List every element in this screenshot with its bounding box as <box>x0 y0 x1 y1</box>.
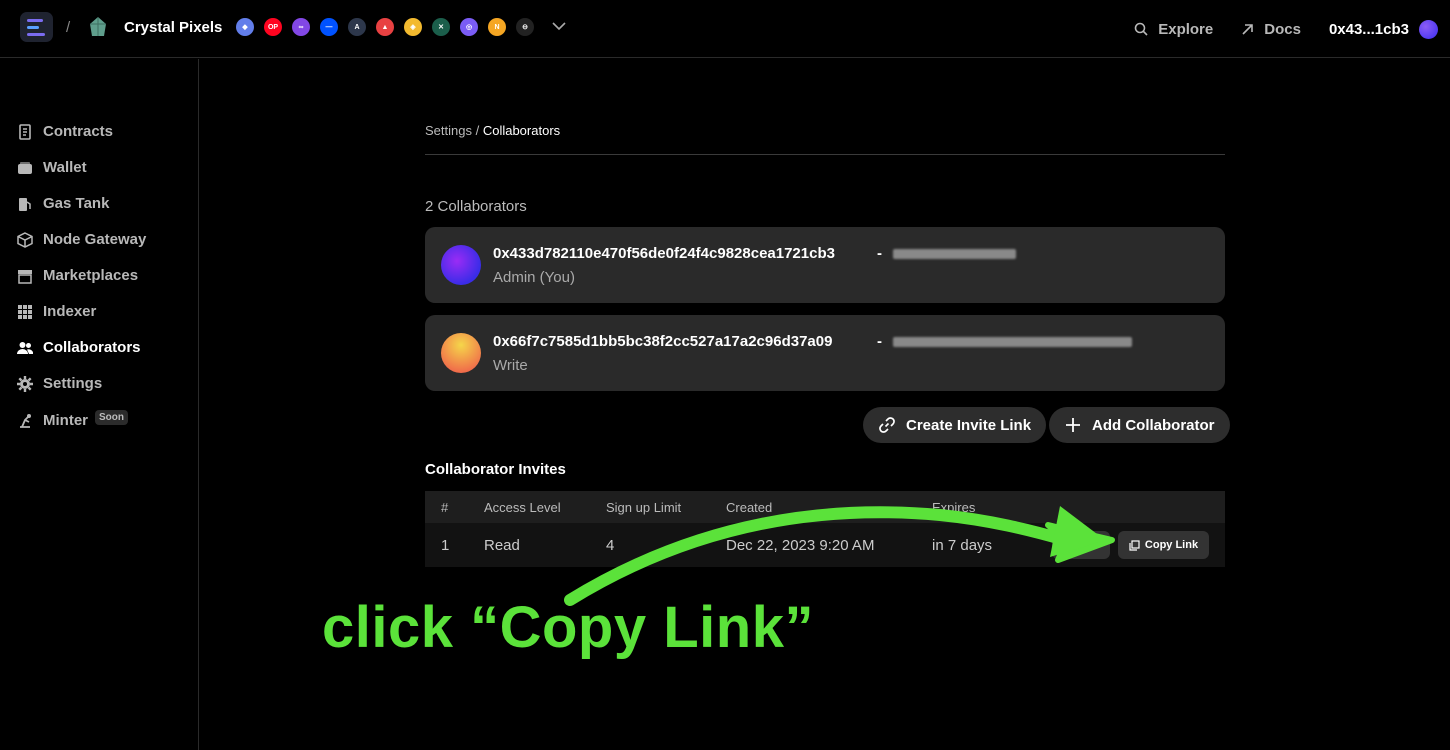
breadcrumb-current: Collaborators <box>482 123 561 138</box>
search-icon <box>1134 22 1148 36</box>
redacted-email <box>893 337 1132 347</box>
arbitrum-icon[interactable]: A <box>348 18 366 36</box>
annotation-text: click “Copy Link” <box>322 595 814 660</box>
column-header: Sign up Limit <box>606 500 682 515</box>
divider <box>425 154 1225 155</box>
create-invite-link-label: Create Invite Link <box>906 416 1032 434</box>
breadcrumb-settings[interactable]: Settings <box>425 123 472 138</box>
wallet-avatar <box>1419 19 1438 39</box>
invites-title: Collaborator Invites <box>425 461 566 478</box>
avatar <box>441 333 481 373</box>
wallet-address: 0x43...1cb3 <box>1328 20 1409 38</box>
column-header: Expires <box>932 500 976 515</box>
avalanche-icon[interactable]: ▲ <box>376 18 394 36</box>
breadcrumb-separator: / <box>471 123 483 138</box>
users-icon <box>17 341 33 354</box>
arrow-up-right-icon <box>1242 23 1254 35</box>
nova-icon[interactable]: N <box>488 18 506 36</box>
chain-list: ◆ OP ∞ — A ▲ ◈ ✕ ◎ N ⊖ <box>236 18 534 36</box>
sidebar-item-minter[interactable]: Minter Soon <box>17 410 128 429</box>
collaborator-role: Admin (You) <box>493 269 575 286</box>
sidebar-item-label: Gas Tank <box>43 195 110 212</box>
avatar <box>441 245 481 285</box>
sidebar-item-wallet[interactable]: Wallet <box>17 159 87 176</box>
sidebar-item-label: Node Gateway <box>43 231 147 248</box>
zora-icon[interactable]: ◎ <box>460 18 478 36</box>
sidebar-item-settings[interactable]: Settings <box>17 375 102 392</box>
project-name[interactable]: Crystal Pixels <box>124 19 222 36</box>
ethereum-icon[interactable]: ◆ <box>236 18 254 36</box>
cell-signup-limit: 4 <box>606 537 615 554</box>
collaborator-card: 0x66f7c7585d1bb5bc38f2cc527a17a2c96d37a0… <box>425 315 1225 391</box>
table-row: 1 Read 4 Dec 22, 2023 9:20 AM in 7 days … <box>425 523 1225 567</box>
sidebar-item-gas-tank[interactable]: Gas Tank <box>17 195 109 212</box>
wallet-icon <box>18 161 32 174</box>
cell-access-level: Read <box>484 537 520 554</box>
copy-icon <box>1129 539 1140 551</box>
polygon-icon[interactable]: ∞ <box>292 18 310 36</box>
create-invite-link-button[interactable]: Create Invite Link <box>863 407 1047 443</box>
add-collaborator-label: Add Collaborator <box>1092 416 1215 434</box>
chevron-down-icon[interactable] <box>551 18 567 34</box>
store-icon <box>18 269 32 284</box>
contract-icon <box>19 123 31 140</box>
sidebar: Contracts Wallet Gas Tank Node Gateway Marke… <box>0 59 199 750</box>
sidebar-item-label: Contracts <box>43 123 114 140</box>
sidebar-item-marketplaces[interactable]: Marketplaces <box>17 267 138 284</box>
explore-link[interactable]: Explore <box>1134 21 1213 38</box>
explore-label: Explore <box>1158 20 1214 38</box>
sidebar-item-label: Minter <box>43 412 88 429</box>
cell-created: Dec 22, 2023 9:20 AM <box>726 537 875 554</box>
apechain-icon[interactable]: ⊖ <box>516 18 534 36</box>
app-logo-icon[interactable] <box>20 12 53 42</box>
column-header: Access Level <box>484 500 561 515</box>
delete-button[interactable]: Delete <box>1052 531 1110 559</box>
collaborator-card: 0x433d782110e470f56de0f24f4c9828cea1721c… <box>425 227 1225 303</box>
top-bar: / Crystal Pixels ◆ OP ∞ — A ▲ ◈ ✕ ◎ N ⊖ Explore Do… <box>0 0 1450 58</box>
copy-link-button[interactable]: Copy Link <box>1118 531 1209 559</box>
breadcrumb: Settings / Collaborators <box>425 123 560 138</box>
separator: - <box>877 245 882 262</box>
collaborator-role: Write <box>493 357 528 374</box>
cube-icon <box>17 231 33 248</box>
base-icon[interactable]: — <box>320 18 338 36</box>
redacted-email <box>893 249 1016 259</box>
add-collaborator-button[interactable]: Add Collaborator <box>1049 407 1230 443</box>
sidebar-item-contracts[interactable]: Contracts <box>17 123 113 140</box>
wallet-button[interactable]: 0x43...1cb3 <box>1328 19 1438 39</box>
sidebar-item-label: Indexer <box>43 303 97 320</box>
optimism-icon[interactable]: OP <box>264 18 282 36</box>
collaborator-count: 2 Collaborators <box>425 198 527 215</box>
sidebar-item-node-gateway[interactable]: Node Gateway <box>17 231 146 248</box>
grid-icon <box>18 304 32 319</box>
copy-link-label: Copy Link <box>1144 539 1199 551</box>
gear-icon <box>17 375 33 392</box>
sidebar-item-collaborators[interactable]: Collaborators <box>17 339 141 356</box>
sidebar-item-label: Settings <box>43 375 103 392</box>
bnb-icon[interactable]: ◈ <box>404 18 422 36</box>
soon-badge: Soon <box>95 410 128 425</box>
plus-icon <box>1066 418 1080 432</box>
sidebar-item-indexer[interactable]: Indexer <box>17 303 96 320</box>
gas-pump-icon <box>19 197 31 211</box>
cell-expires: in 7 days <box>932 537 993 554</box>
gnosis-icon[interactable]: ✕ <box>432 18 450 36</box>
docs-link[interactable]: Docs <box>1241 21 1301 38</box>
sidebar-item-label: Marketplaces <box>43 267 139 284</box>
delete-label: Delete <box>1064 539 1098 551</box>
collaborator-address: 0x433d782110e470f56de0f24f4c9828cea1721c… <box>493 245 835 262</box>
sidebar-item-label: Collaborators <box>43 339 141 356</box>
sidebar-item-label: Wallet <box>43 159 87 176</box>
docs-label: Docs <box>1264 20 1301 38</box>
project-icon <box>90 17 106 36</box>
breadcrumb-separator: / <box>66 19 71 36</box>
column-header: # <box>441 500 449 515</box>
link-icon <box>879 417 895 433</box>
cell-number: 1 <box>441 537 450 554</box>
invites-table-header: # Access Level Sign up Limit Created Exp… <box>425 491 1225 523</box>
collaborator-address: 0x66f7c7585d1bb5bc38f2cc527a17a2c96d37a0… <box>493 333 833 350</box>
column-header: Created <box>726 500 773 515</box>
minter-icon <box>20 413 31 428</box>
separator: - <box>877 333 882 350</box>
